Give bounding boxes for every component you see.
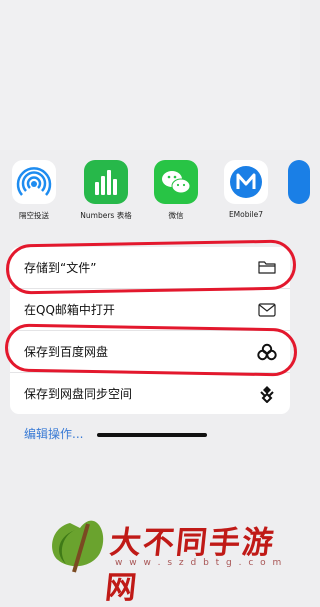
share-app-label: Numbers 表格 <box>80 211 132 220</box>
share-app-emobile[interactable]: EMobile7 <box>216 160 276 219</box>
emobile-icon <box>224 160 268 204</box>
share-app-numbers[interactable]: Numbers 表格 <box>76 160 136 221</box>
home-indicator <box>97 433 207 437</box>
action-label: 存储到“文件” <box>24 261 97 275</box>
sync-space-icon <box>256 383 278 405</box>
app-icon-partial <box>288 160 310 204</box>
action-open-qq-mail[interactable]: 在QQ邮箱中打开 <box>10 289 290 331</box>
blank-preview-area <box>0 0 300 150</box>
mail-icon <box>256 299 278 321</box>
wechat-icon <box>154 160 198 204</box>
share-actions-list: 存储到“文件” 在QQ邮箱中打开 保存到百度网盘 保存到网盘同步空间 <box>10 247 290 414</box>
share-app-row: 隔空投送 Numbers 表格 微信 EMobile7 <box>0 160 310 230</box>
action-save-sync-space[interactable]: 保存到网盘同步空间 <box>10 373 290 414</box>
action-label: 在QQ邮箱中打开 <box>24 303 115 317</box>
share-app-label: 微信 <box>168 211 184 220</box>
share-app-partial[interactable] <box>288 160 310 204</box>
numbers-icon <box>84 160 128 204</box>
folder-icon <box>256 257 278 279</box>
action-label: 保存到百度网盘 <box>24 345 109 359</box>
share-app-airdrop[interactable]: 隔空投送 <box>4 160 64 221</box>
edit-actions-link[interactable]: 编辑操作... <box>24 425 83 442</box>
baidu-netdisk-icon <box>256 341 278 363</box>
share-app-wechat[interactable]: 微信 <box>146 160 206 221</box>
share-app-label: 隔空投送 <box>19 211 49 220</box>
share-app-label: EMobile7 <box>228 210 264 219</box>
airdrop-icon <box>12 160 56 204</box>
action-save-to-files[interactable]: 存储到“文件” <box>10 247 290 289</box>
action-label: 保存到网盘同步空间 <box>24 387 133 401</box>
watermark-url: w w w . s z d b t g . c o m <box>115 558 284 568</box>
action-save-baidu-netdisk[interactable]: 保存到百度网盘 <box>10 331 290 373</box>
